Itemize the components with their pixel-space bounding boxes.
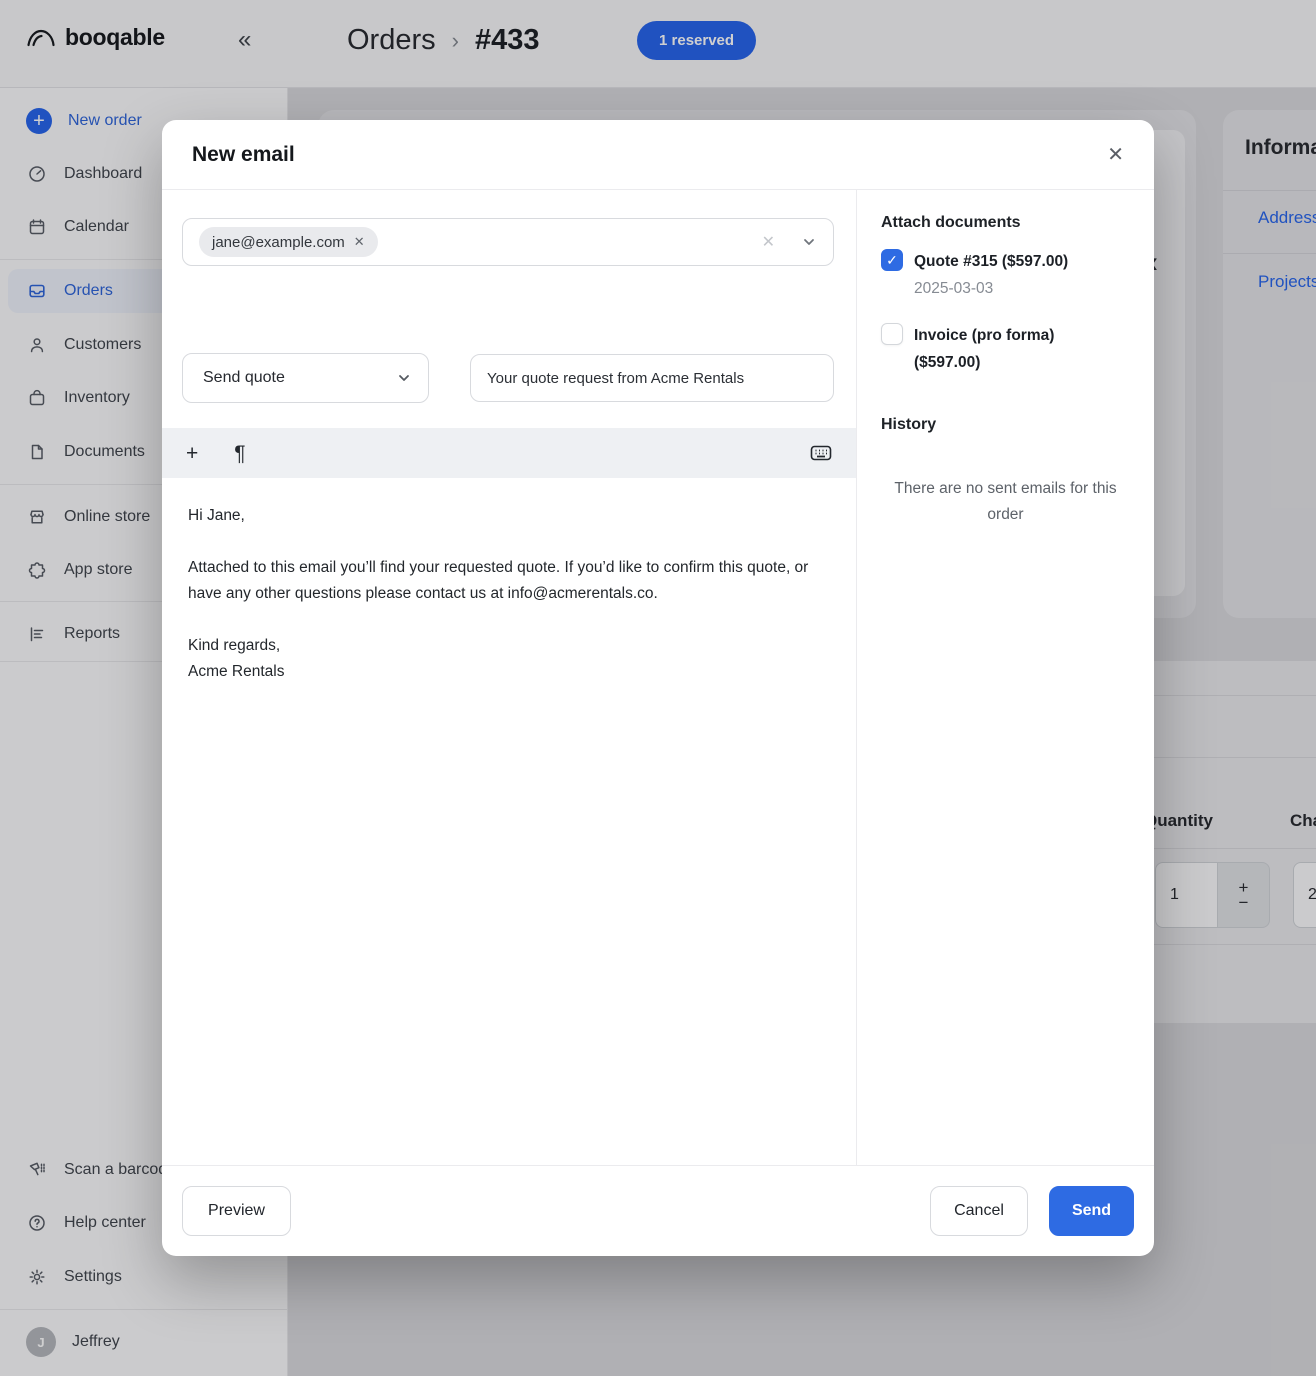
modal-footer: Preview Cancel Send — [162, 1165, 1154, 1256]
quote-label: Quote #315 ($597.00) — [914, 248, 1068, 275]
invoice-checkbox[interactable] — [881, 323, 903, 345]
chevron-down-icon[interactable] — [801, 234, 817, 250]
invoice-label: Invoice (pro forma) ($597.00) — [914, 322, 1124, 376]
attach-invoice-row[interactable]: Invoice (pro forma) ($597.00) — [881, 322, 1130, 376]
cancel-button[interactable]: Cancel — [930, 1186, 1028, 1236]
preview-button[interactable]: Preview — [182, 1186, 291, 1236]
keyboard-icon[interactable] — [810, 444, 832, 462]
quote-date: 2025-03-03 — [914, 275, 1068, 302]
recipient-chip[interactable]: jane@example.com ✕ — [199, 227, 378, 257]
attach-documents-panel: Attach documents ✓ Quote #315 ($597.00) … — [856, 190, 1154, 1165]
app-root: booqable « Orders › #433 1 reserved + Ne… — [0, 0, 1316, 1376]
chevron-down-icon — [396, 370, 412, 386]
chip-remove-icon[interactable]: ✕ — [354, 234, 365, 250]
history-empty-message: There are no sent emails for this order — [891, 476, 1121, 528]
compose-column: jane@example.com ✕ ✕ Send quote — [162, 190, 856, 1165]
close-icon[interactable]: ✕ — [1107, 142, 1124, 167]
modal-body: jane@example.com ✕ ✕ Send quote — [162, 190, 1154, 1165]
quote-checkbox[interactable]: ✓ — [881, 249, 903, 271]
attach-quote-row[interactable]: ✓ Quote #315 ($597.00) 2025-03-03 — [881, 248, 1130, 302]
insert-icon[interactable]: + — [186, 443, 198, 464]
recipient-field[interactable]: jane@example.com ✕ ✕ — [182, 218, 834, 266]
email-template-select[interactable]: Send quote — [182, 353, 429, 403]
email-body-editor[interactable]: Hi Jane, Attached to this email you’ll f… — [162, 478, 856, 710]
attach-documents-heading: Attach documents — [881, 214, 1130, 232]
subject-input[interactable] — [470, 354, 834, 402]
new-email-modal: New email ✕ jane@example.com ✕ ✕ — [162, 120, 1154, 1256]
history-heading: History — [881, 416, 1130, 434]
clear-recipients-icon[interactable]: ✕ — [762, 232, 775, 252]
send-button[interactable]: Send — [1049, 1186, 1134, 1236]
modal-header: New email ✕ — [162, 120, 1154, 190]
paragraph-style-icon[interactable]: ¶ — [234, 443, 245, 464]
modal-title: New email — [192, 143, 295, 167]
editor-toolbar: + ¶ — [162, 428, 856, 478]
